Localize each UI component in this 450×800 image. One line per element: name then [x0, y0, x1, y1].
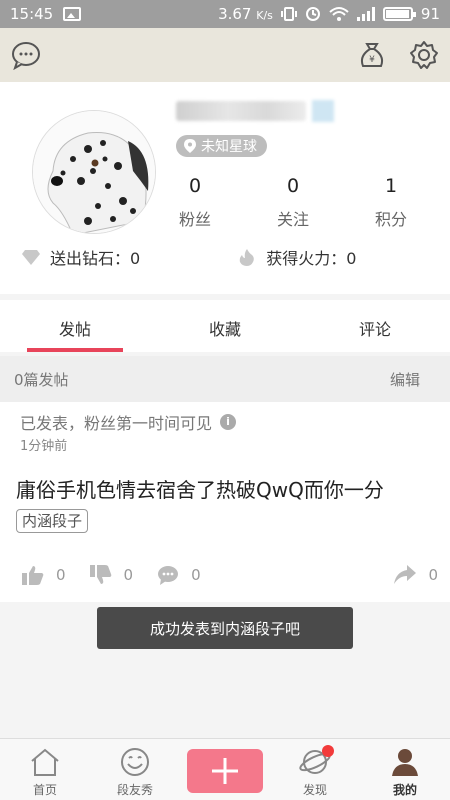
thumbs-up-icon — [22, 566, 44, 585]
comment-button[interactable]: 0 — [157, 565, 201, 585]
location-pin-icon — [184, 139, 196, 153]
share-arrow-icon — [394, 565, 417, 584]
gift-row: 送出钻石：0 获得火力：0 — [0, 245, 450, 269]
stat-fans[interactable]: 0 粉丝 — [146, 172, 244, 230]
tab-posts[interactable]: 发帖 — [0, 300, 150, 352]
post-list-header: 0篇发帖 编辑 — [0, 356, 450, 402]
message-icon[interactable] — [10, 39, 42, 71]
fire-received[interactable]: 获得火力：0 — [238, 245, 356, 269]
tab-comments[interactable]: 评论 — [300, 300, 450, 352]
money-bag-icon[interactable]: ¥ — [356, 39, 388, 71]
post-notice: 已发表，粉丝第一时间可见 i — [20, 410, 237, 434]
share-button[interactable]: 0 — [394, 565, 438, 585]
nav-mine[interactable]: 我的 — [360, 739, 450, 800]
post-card[interactable]: 已发表，粉丝第一时间可见 i 1分钟前 庸俗手机色情去宿舍了热破QwQ而你一分 … — [0, 402, 450, 602]
wifi-icon — [329, 7, 349, 21]
user-icon — [392, 749, 418, 776]
post-time: 1分钟前 — [20, 439, 68, 454]
toast-message: 成功发表到内涵段子吧 — [97, 607, 353, 649]
alarm-icon — [305, 7, 320, 21]
diamonds-sent[interactable]: 送出钻石：0 — [22, 245, 140, 269]
profile-stats: 0 粉丝 0 关注 1 积分 — [146, 172, 440, 230]
vibrate-icon — [280, 7, 297, 21]
profile-card: 未知星球 0 粉丝 0 关注 1 积分 送出钻石：0 获得火力：0 — [0, 82, 450, 294]
status-time: 15:45 — [10, 5, 54, 23]
dislike-button[interactable]: 0 — [89, 565, 133, 585]
like-button[interactable]: 0 — [22, 565, 66, 585]
stat-following[interactable]: 0 关注 — [244, 172, 342, 230]
stat-label: 粉丝 — [178, 210, 211, 229]
top-toolbar: ¥ — [0, 28, 450, 82]
nickname-blurred — [176, 98, 334, 124]
profile-tabs: 发帖 收藏 评论 — [0, 300, 450, 352]
info-icon[interactable]: i — [220, 414, 237, 430]
nav-discover[interactable]: 发现 — [270, 739, 360, 800]
diamond-icon — [22, 250, 40, 265]
fire-icon — [239, 249, 254, 266]
nav-friends-show[interactable]: 段友秀 — [90, 739, 180, 800]
post-actions: 0 0 0 0 — [0, 560, 450, 590]
stat-label: 关注 — [276, 210, 309, 229]
edit-button[interactable]: 编辑 — [390, 369, 420, 390]
post-content[interactable]: 庸俗手机色情去宿舍了热破QwQ而你一分 — [16, 474, 384, 503]
network-speed: 3.67 K/s — [218, 5, 273, 23]
nav-add[interactable] — [180, 739, 270, 800]
stat-label: 积分 — [374, 210, 407, 229]
thumbs-down-icon — [89, 565, 111, 584]
settings-gear-icon[interactable] — [408, 39, 440, 71]
post-tag[interactable]: 内涵段子 — [16, 509, 89, 533]
svg-text:¥: ¥ — [369, 55, 375, 65]
bottom-nav: 首页 段友秀 发现 我的 — [0, 738, 450, 800]
add-post-button[interactable] — [187, 749, 263, 793]
status-bar: 15:45 3.67 K/s 91 — [0, 0, 450, 28]
add-icon — [212, 758, 238, 784]
location-badge: 未知星球 — [176, 135, 267, 157]
nav-home[interactable]: 首页 — [0, 739, 90, 800]
notification-dot — [322, 745, 334, 757]
stat-value: 0 — [188, 175, 202, 197]
tab-favorites[interactable]: 收藏 — [150, 300, 300, 352]
home-icon — [31, 748, 59, 776]
signal-icon — [356, 7, 375, 21]
smile-icon — [121, 748, 149, 776]
stat-value: 1 — [384, 175, 398, 197]
battery-icon — [382, 7, 416, 21]
post-count: 0篇发帖 — [14, 370, 69, 389]
comment-icon — [158, 566, 179, 585]
avatar[interactable] — [32, 110, 156, 234]
image-notification-icon — [63, 7, 82, 21]
stat-value: 0 — [286, 175, 300, 197]
stat-points[interactable]: 1 积分 — [342, 172, 440, 230]
battery-level: 91 — [420, 5, 440, 23]
